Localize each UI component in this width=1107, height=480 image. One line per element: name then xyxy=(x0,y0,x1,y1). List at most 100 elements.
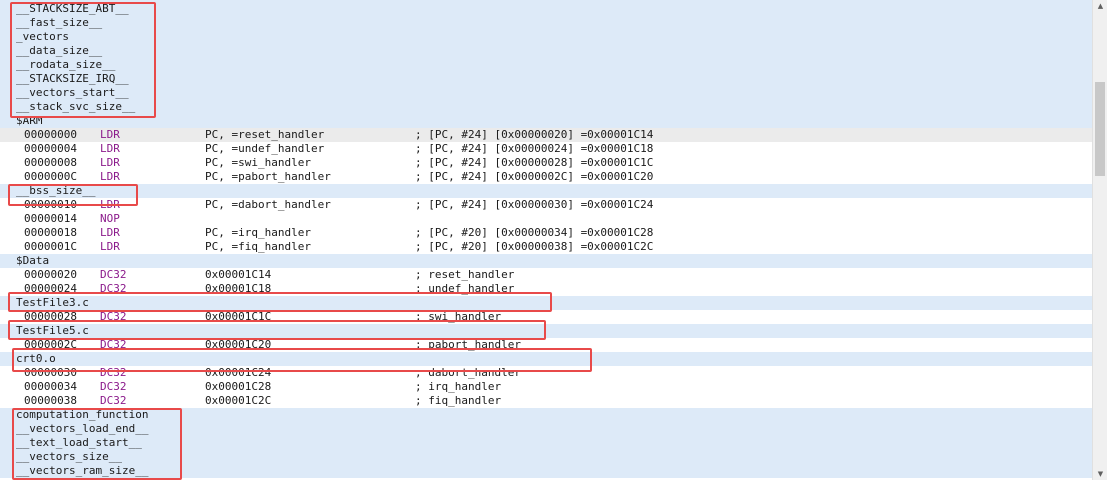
symbol-label: __stack_svc_size__ xyxy=(16,100,136,113)
scroll-down-icon[interactable]: ▼ xyxy=(1093,468,1107,480)
symbol-row[interactable]: __STACKSIZE_IRQ__ xyxy=(0,72,1092,86)
address: 00000038 xyxy=(24,394,77,407)
comment: ; reset_handler xyxy=(415,268,515,281)
symbol-row[interactable]: __stack_svc_size__ xyxy=(0,100,1092,114)
instruction-row[interactable]: 00000038 DC32 0x00001C2C ; fiq_handler xyxy=(0,394,1092,408)
instruction-row[interactable]: 0000000C LDR PC, =pabort_handler ; [PC, #24… xyxy=(0,170,1092,184)
comment: ; dabort_handler xyxy=(415,366,521,379)
operands: PC, =pabort_handler xyxy=(205,170,331,183)
address: 0000002C xyxy=(24,338,77,351)
operands: 0x00001C14 xyxy=(205,268,272,281)
address: 00000010 xyxy=(24,198,77,211)
symbol-label: __vectors_size__ xyxy=(16,450,122,463)
mnemonic: NOP xyxy=(100,212,120,225)
address: 00000014 xyxy=(24,212,77,225)
instruction-row[interactable]: 00000024 DC32 0x00001C18 ; undef_handler xyxy=(0,282,1092,296)
operands: 0x00001C24 xyxy=(205,366,272,379)
operands: PC, =irq_handler xyxy=(205,226,311,239)
operands: PC, =swi_handler xyxy=(205,156,311,169)
scroll-up-icon[interactable]: ▲ xyxy=(1093,0,1107,12)
instruction-row[interactable]: 0000001C LDR PC, =fiq_handler ; [PC, #20] [… xyxy=(0,240,1092,254)
mnemonic: LDR xyxy=(100,128,120,141)
symbol-label: computation_function xyxy=(16,408,149,421)
address: 00000000 xyxy=(24,128,77,141)
address: 00000018 xyxy=(24,226,77,239)
instruction-row[interactable]: 00000008 LDR PC, =swi_handler ; [PC, #24] [… xyxy=(0,156,1092,170)
comment: ; [PC, #24] [0x00000024] =0x00001C18 xyxy=(415,142,654,155)
vertical-scrollbar[interactable]: ▲ ▼ xyxy=(1092,0,1107,480)
operands: 0x00001C28 xyxy=(205,380,272,393)
symbol-label: __STACKSIZE_ABT__ xyxy=(16,2,129,15)
mnemonic: LDR xyxy=(100,142,120,155)
symbol-row[interactable]: __bss_size__ xyxy=(0,184,1092,198)
mnemonic: LDR xyxy=(100,198,120,211)
mnemonic: LDR xyxy=(100,156,120,169)
disassembly-view[interactable]: __STACKSIZE_ABT__ __fast_size__ _vectors __… xyxy=(0,0,1092,480)
address: 00000004 xyxy=(24,142,77,155)
instruction-row[interactable]: 00000020 DC32 0x00001C14 ; reset_handler xyxy=(0,268,1092,282)
symbol-label: __STACKSIZE_IRQ__ xyxy=(16,72,129,85)
comment: ; pabort_handler xyxy=(415,338,521,351)
mnemonic: DC32 xyxy=(100,366,127,379)
symbol-label: __text_load_start__ xyxy=(16,436,142,449)
symbol-row[interactable]: TestFile3.c xyxy=(0,296,1092,310)
symbol-row[interactable]: __text_load_start__ xyxy=(0,436,1092,450)
symbol-row[interactable]: __vectors_start__ xyxy=(0,86,1092,100)
address: 00000030 xyxy=(24,366,77,379)
mnemonic: DC32 xyxy=(100,282,127,295)
address: 0000001C xyxy=(24,240,77,253)
instruction-row[interactable]: 00000028 DC32 0x00001C1C ; swi_handler xyxy=(0,310,1092,324)
symbol-row[interactable]: __vectors_size__ xyxy=(0,450,1092,464)
instruction-row[interactable]: 00000014 NOP xyxy=(0,212,1092,226)
operands: 0x00001C20 xyxy=(205,338,272,351)
mnemonic: LDR xyxy=(100,240,120,253)
comment: ; [PC, #24] [0x0000002C] =0x00001C20 xyxy=(415,170,654,183)
symbol-row[interactable]: computation_function xyxy=(0,408,1092,422)
instruction-row[interactable]: 00000010 LDR PC, =dabort_handler ; [PC, #24… xyxy=(0,198,1092,212)
section-label-row[interactable]: $ARM xyxy=(0,114,1092,128)
address: 00000008 xyxy=(24,156,77,169)
instruction-row[interactable]: 00000018 LDR PC, =irq_handler ; [PC, #20] [… xyxy=(0,226,1092,240)
operands: PC, =reset_handler xyxy=(205,128,325,141)
symbol-row[interactable]: __STACKSIZE_ABT__ xyxy=(0,2,1092,16)
mnemonic: DC32 xyxy=(100,338,127,351)
comment: ; [PC, #20] [0x00000034] =0x00001C28 xyxy=(415,226,654,239)
mnemonic: DC32 xyxy=(100,268,127,281)
instruction-row-selected[interactable]: 00000000 LDR PC, =reset_handler ; [PC, #24]… xyxy=(0,128,1092,142)
comment: ; swi_handler xyxy=(415,310,502,323)
section-label-row[interactable]: $Data xyxy=(0,254,1092,268)
operands: PC, =undef_handler xyxy=(205,142,325,155)
mnemonic: DC32 xyxy=(100,310,127,323)
symbol-row[interactable]: _vectors xyxy=(0,30,1092,44)
symbol-row[interactable]: __vectors_ram_size__ xyxy=(0,464,1092,478)
symbol-row[interactable]: __data_size__ xyxy=(0,44,1092,58)
mnemonic: DC32 xyxy=(100,380,127,393)
symbol-label: __vectors_ram_size__ xyxy=(16,464,149,477)
comment: ; undef_handler xyxy=(415,282,515,295)
address: 00000034 xyxy=(24,380,77,393)
comment: ; [PC, #20] [0x00000038] =0x00001C2C xyxy=(415,240,654,253)
mnemonic: LDR xyxy=(100,170,120,183)
symbol-label: __bss_size__ xyxy=(16,184,96,197)
symbol-label: _vectors xyxy=(16,30,69,43)
symbol-label: __data_size__ xyxy=(16,44,103,57)
operands: 0x00001C2C xyxy=(205,394,272,407)
mnemonic: DC32 xyxy=(100,394,127,407)
symbol-label: __fast_size__ xyxy=(16,16,103,29)
symbol-label: __vectors_load_end__ xyxy=(16,422,149,435)
operands: 0x00001C18 xyxy=(205,282,272,295)
scroll-thumb[interactable] xyxy=(1095,82,1105,176)
comment: ; irq_handler xyxy=(415,380,502,393)
symbol-label: __rodata_size__ xyxy=(16,58,116,71)
operands: 0x00001C1C xyxy=(205,310,272,323)
symbol-row[interactable]: TestFile5.c xyxy=(0,324,1092,338)
instruction-row[interactable]: 00000004 LDR PC, =undef_handler ; [PC, #24]… xyxy=(0,142,1092,156)
symbol-row[interactable]: __vectors_load_end__ xyxy=(0,422,1092,436)
symbol-row[interactable]: __fast_size__ xyxy=(0,16,1092,30)
instruction-row[interactable]: 0000002C DC32 0x00001C20 ; pabort_handler xyxy=(0,338,1092,352)
symbol-row[interactable]: __rodata_size__ xyxy=(0,58,1092,72)
instruction-row[interactable]: 00000030 DC32 0x00001C24 ; dabort_handler xyxy=(0,366,1092,380)
symbol-row[interactable]: crt0.o xyxy=(0,352,1092,366)
instruction-row[interactable]: 00000034 DC32 0x00001C28 ; irq_handler xyxy=(0,380,1092,394)
mnemonic: LDR xyxy=(100,226,120,239)
